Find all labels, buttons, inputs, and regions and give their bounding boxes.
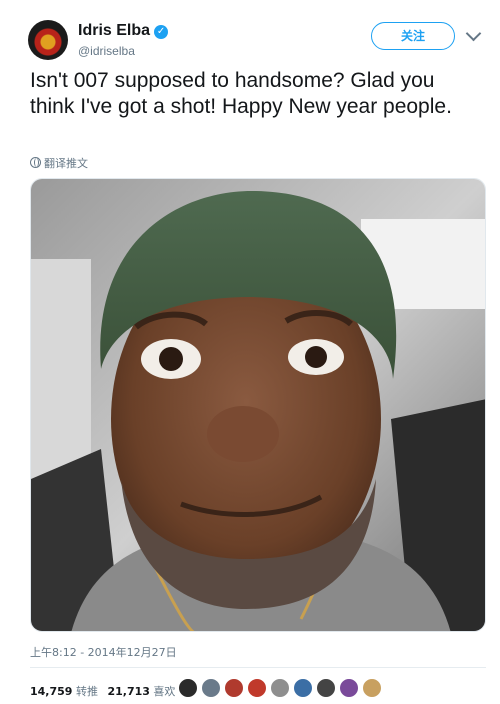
liker-avatar-9[interactable]: [362, 678, 382, 698]
verified-badge-icon: ✓: [154, 25, 169, 39]
liker-avatar-7[interactable]: [316, 678, 336, 698]
liker-avatar-1[interactable]: [178, 678, 198, 698]
likes-label: 喜欢: [153, 685, 176, 698]
globe-icon: [30, 157, 41, 168]
liker-avatar-3[interactable]: [224, 678, 244, 698]
liker-avatar-8[interactable]: [339, 678, 359, 698]
retweets-label: 转推: [75, 685, 98, 698]
selfie-image: [31, 179, 485, 631]
translate-label: 翻译推文: [44, 157, 88, 170]
likes-count: 21,713: [107, 685, 150, 698]
divider: [30, 667, 486, 668]
tweet-text: Isn't 007 supposed to handsome? Glad you…: [30, 69, 452, 118]
liker-avatar-5[interactable]: [270, 678, 290, 698]
user-info: Idris Elba ✓ @idriselba: [78, 22, 169, 58]
tweet-photo[interactable]: [30, 178, 486, 632]
liker-avatar-2[interactable]: [201, 678, 221, 698]
liker-avatar-6[interactable]: [293, 678, 313, 698]
display-name[interactable]: Idris Elba: [78, 22, 150, 39]
chevron-down-icon[interactable]: [465, 25, 482, 42]
retweets-count: 14,759: [30, 685, 73, 698]
tweet-timestamp[interactable]: 上午8:12 - 2014年12月27日: [30, 644, 177, 660]
tweet-header: Idris Elba ✓ @idriselba 关注: [28, 16, 488, 66]
tweet-stats: 14,759 转推 21,713 喜欢: [30, 683, 181, 699]
liker-avatar-4[interactable]: [247, 678, 267, 698]
avatar[interactable]: [28, 20, 68, 60]
translate-tweet-link[interactable]: 翻译推文: [30, 155, 88, 171]
liker-avatars: [178, 678, 385, 698]
likes-stat[interactable]: 21,713 喜欢: [107, 683, 175, 699]
retweets-stat[interactable]: 14,759 转推: [30, 683, 98, 699]
user-handle[interactable]: @idriselba: [78, 44, 168, 58]
follow-button[interactable]: 关注: [371, 22, 455, 50]
